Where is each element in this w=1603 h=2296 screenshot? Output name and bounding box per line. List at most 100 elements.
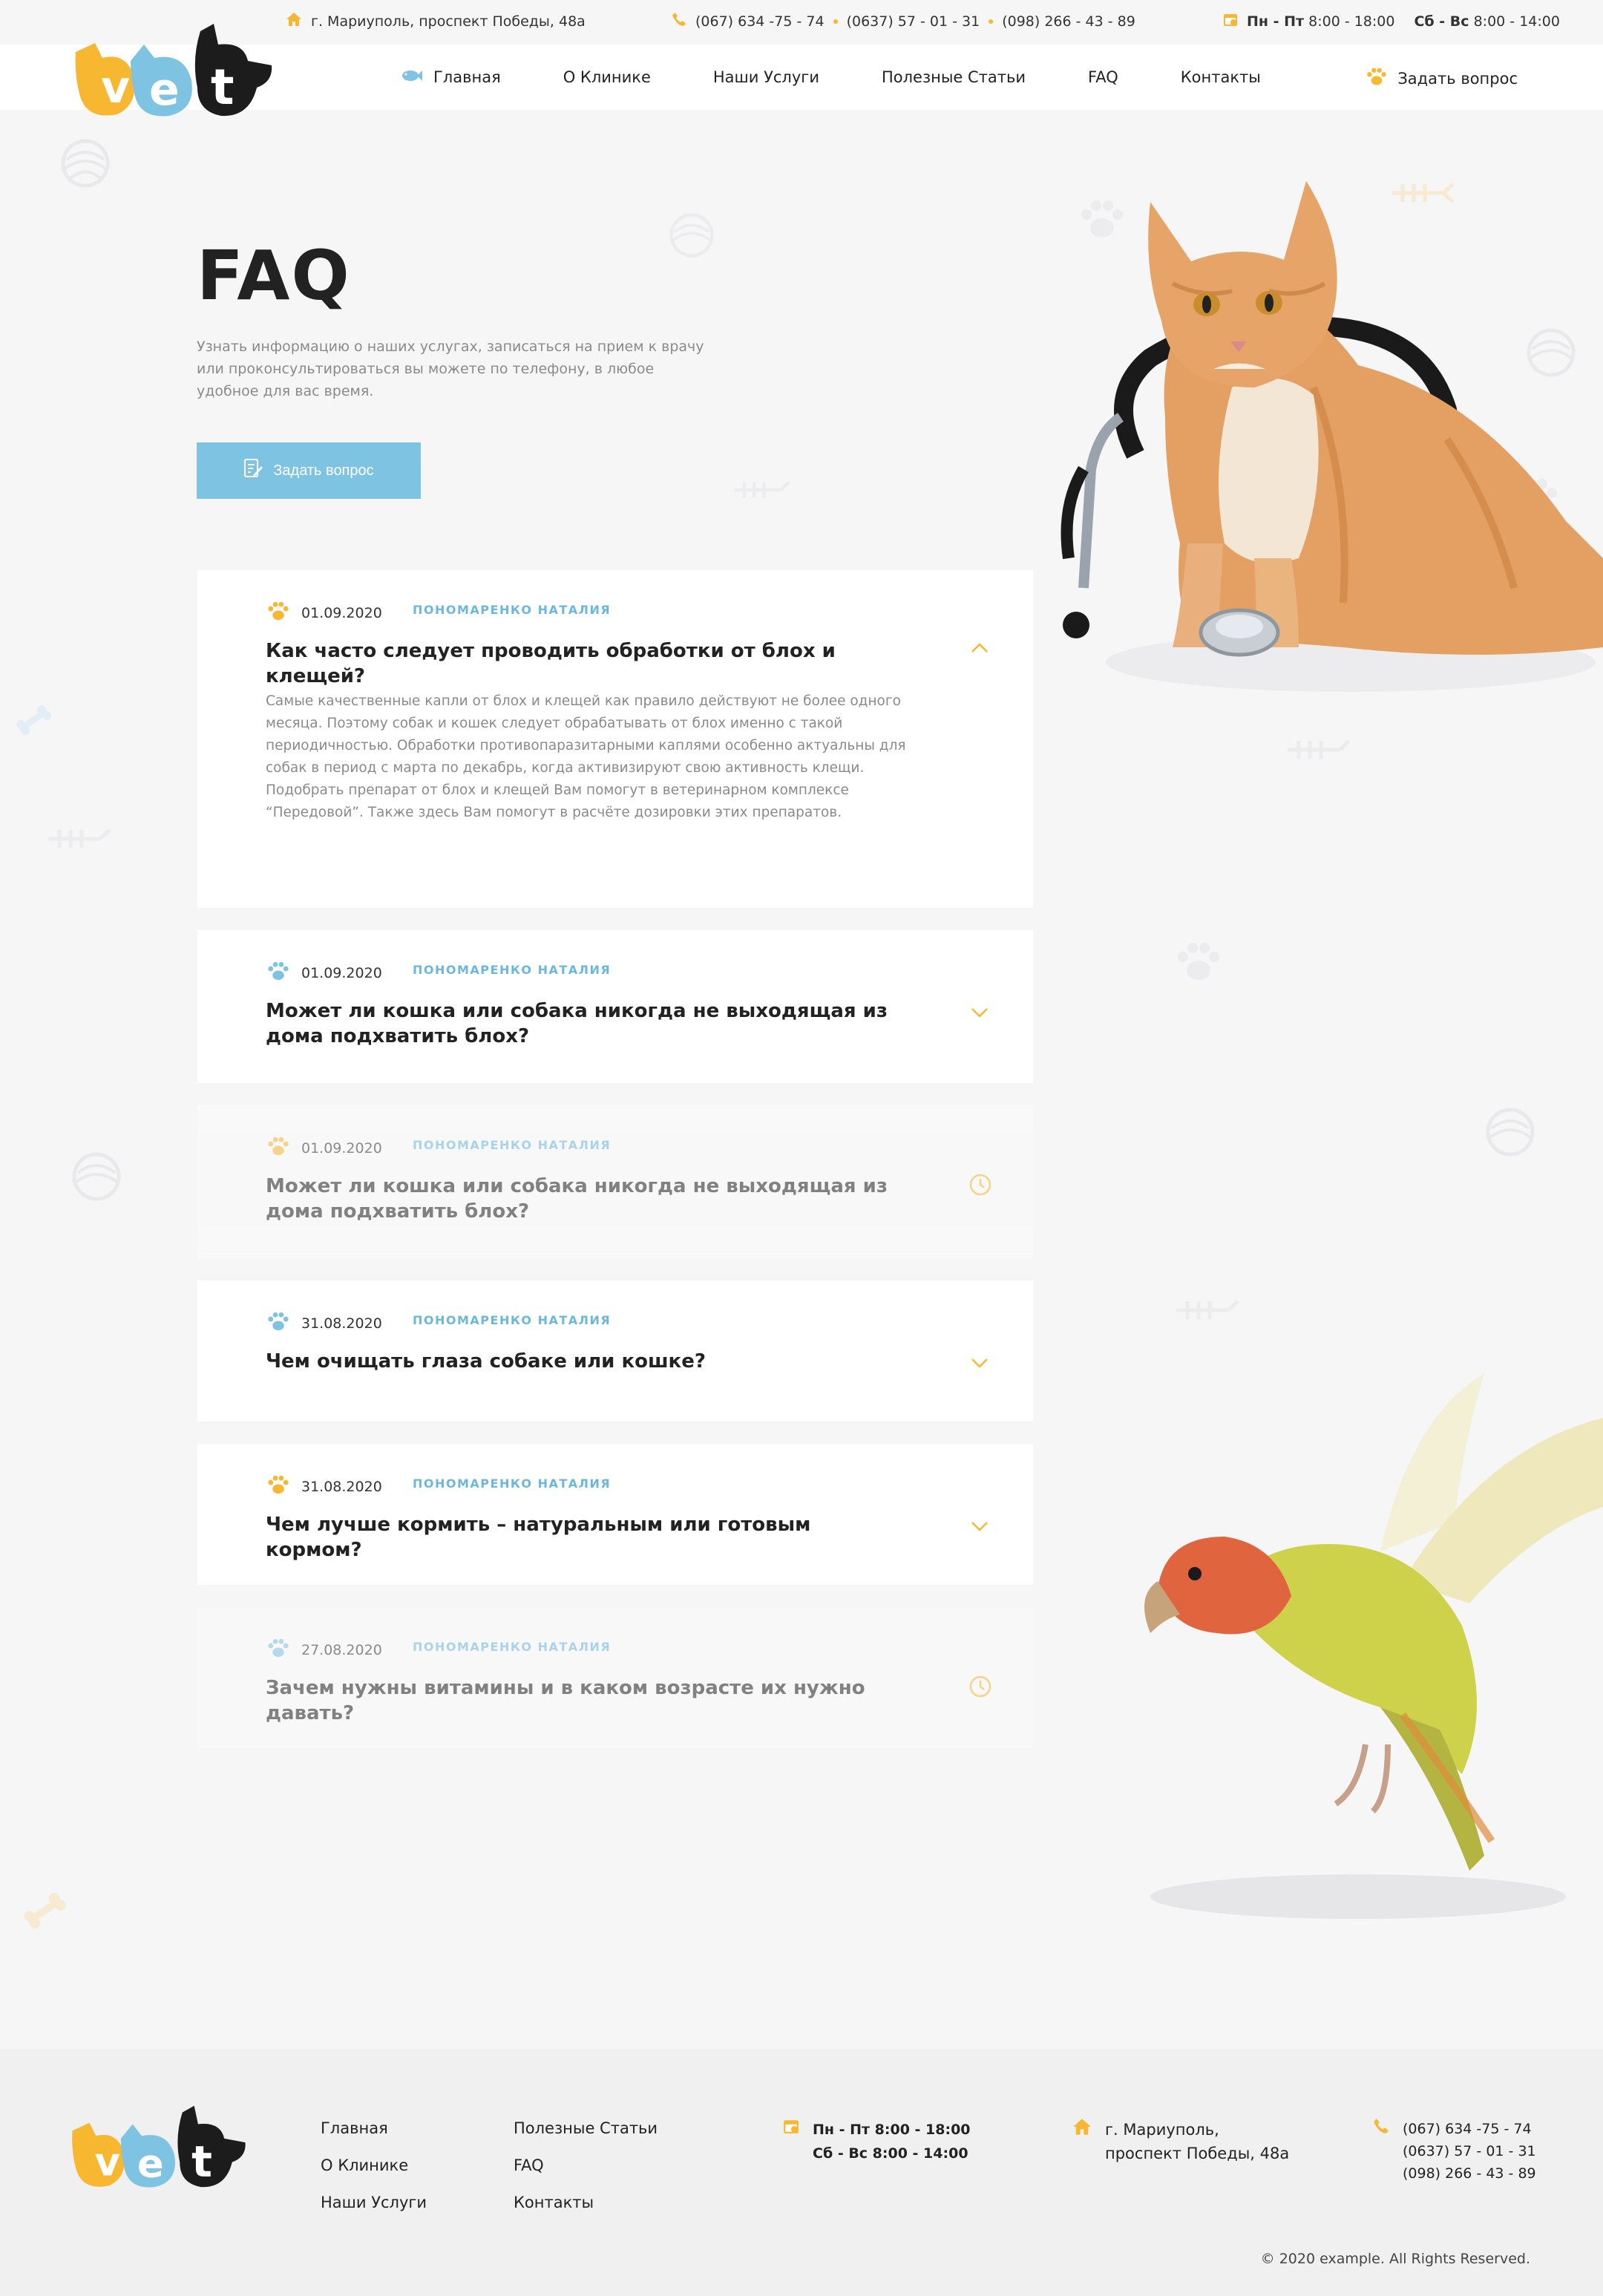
faq-question[interactable]: Может ли кошка или собака никогда не вых… (266, 1174, 904, 1224)
nav-item-label: Главная (433, 68, 501, 86)
nav-item-label: Контакты (1180, 68, 1261, 86)
footer-phones: (067) 634 -75 - 74 (0637) 57 - 01 - 31 (… (1373, 2118, 1536, 2185)
faq-item[interactable]: 01.09.2020 ПОНОМАРЕНКО НАТАЛИЯ Может ли … (197, 930, 1033, 1083)
faq-question[interactable]: Зачем нужны витамины и в каком возрасте … (266, 1675, 904, 1726)
clock-icon (969, 1174, 991, 1196)
faq-date: 01.09.2020 (301, 1139, 382, 1157)
faq-item[interactable]: 01.09.2020 ПОНОМАРЕНКО НАТАЛИЯ Как часто… (197, 570, 1033, 908)
footer-phone[interactable]: (098) 266 - 43 - 89 (1403, 2162, 1536, 2185)
footer-phone[interactable]: (0637) 57 - 01 - 31 (1403, 2140, 1536, 2162)
faq-question[interactable]: Как часто следует проводить обработки от… (266, 638, 904, 689)
nav-item-home[interactable]: Главная (401, 68, 501, 86)
nav-item-label: FAQ (1088, 68, 1118, 86)
faq-date: 31.08.2020 (301, 1478, 382, 1495)
nav-menu: Главная О Клинике Наши Услуги Полезные С… (401, 45, 1323, 110)
faq-author[interactable]: ПОНОМАРЕНКО НАТАЛИЯ (413, 963, 611, 977)
yarn-ball-doodle (1484, 1106, 1536, 1158)
phone-number[interactable]: (067) 634 -75 - 74 (695, 13, 825, 30)
chevron-down-icon[interactable] (969, 1001, 990, 1022)
faq-item[interactable]: 27.08.2020 ПОНОМАРЕНКО НАТАЛИЯ Зачем нуж… (197, 1607, 1033, 1748)
faq-question[interactable]: Может ли кошка или собака никогда не вых… (266, 998, 904, 1049)
faq-item[interactable]: 01.09.2020 ПОНОМАРЕНКО НАТАЛИЯ Может ли … (197, 1105, 1033, 1258)
address-text: г. Мариуполь, проспект Победы, 48а (311, 13, 586, 30)
parrot-image (1135, 1358, 1603, 1923)
copyright-text: © 2020 example. All Rights Reserved. (1260, 2251, 1530, 2267)
calendar-icon (1223, 12, 1238, 30)
bone-doodle (15, 705, 52, 735)
faq-item[interactable]: 31.08.2020 ПОНОМАРЕНКО НАТАЛИЯ Чем лучше… (197, 1444, 1033, 1585)
footer-link-contacts[interactable]: Контакты (514, 2194, 658, 2211)
fish-bone-doodle (1284, 735, 1351, 765)
svg-text:v: v (101, 62, 130, 114)
footer-link-articles[interactable]: Полезные Статьи (514, 2119, 658, 2137)
yarn-ball-doodle (71, 1151, 122, 1203)
faq-meta: 31.08.2020 (266, 1310, 382, 1336)
fish-bone-doodle (1173, 1295, 1239, 1325)
nav-item-faq[interactable]: FAQ (1088, 68, 1118, 86)
ask-question-link[interactable]: Задать вопрос (1365, 65, 1518, 91)
nav-item-about[interactable]: О Клинике (563, 68, 651, 86)
faq-question[interactable]: Чем лучше кормить – натуральным или гото… (266, 1512, 904, 1563)
ask-question-button-label: Задать вопрос (273, 462, 374, 479)
footer-hours: Пн - Пт 8:00 - 18:00 Сб - Вс 8:00 - 14:0… (783, 2118, 971, 2165)
svg-text:t: t (191, 2136, 212, 2187)
faq-date: 01.09.2020 (301, 964, 382, 981)
paw-icon (266, 960, 291, 986)
phone-icon (672, 12, 686, 30)
chevron-down-icon[interactable] (969, 1352, 990, 1373)
faq-author[interactable]: ПОНОМАРЕНКО НАТАЛИЯ (413, 603, 611, 617)
home-icon (286, 12, 302, 30)
ask-question-button[interactable]: Задать вопрос (197, 442, 421, 499)
faq-list: 01.09.2020 ПОНОМАРЕНКО НАТАЛИЯ Как часто… (197, 570, 1033, 1770)
hours-info: Пн - Пт 8:00 - 18:00 Сб - Вс 8:00 - 14:0… (1223, 12, 1560, 30)
address-info: г. Мариуполь, проспект Победы, 48а (286, 12, 586, 30)
faq-item[interactable]: 31.08.2020 ПОНОМАРЕНКО НАТАЛИЯ Чем очища… (197, 1281, 1033, 1422)
home-icon (1072, 2118, 1092, 2165)
phone-number[interactable]: (0637) 57 - 01 - 31 (847, 13, 980, 30)
clock-icon (969, 1675, 991, 1698)
footer-link-faq[interactable]: FAQ (514, 2156, 658, 2174)
faq-author[interactable]: ПОНОМАРЕНКО НАТАЛИЯ (413, 1640, 611, 1654)
footer-link-home[interactable]: Главная (321, 2119, 427, 2137)
separator-dot (833, 19, 838, 24)
hours-weekend-label: Сб - Вс (1414, 13, 1469, 30)
paw-icon (266, 600, 291, 626)
svg-text:v: v (95, 2139, 121, 2185)
footer-address: г. Мариуполь, проспект Победы, 48а (1072, 2118, 1289, 2165)
chevron-up-icon[interactable] (969, 638, 990, 659)
footer-links-col2: Полезные Статьи FAQ Контакты (514, 2119, 658, 2231)
nav-item-services[interactable]: Наши Услуги (713, 68, 819, 86)
faq-date: 27.08.2020 (301, 1641, 382, 1658)
faq-meta: 01.09.2020 (266, 600, 382, 626)
faq-author[interactable]: ПОНОМАРЕНКО НАТАЛИЯ (413, 1476, 611, 1491)
svg-text:t: t (211, 59, 235, 116)
nav-item-articles[interactable]: Полезные Статьи (882, 68, 1026, 86)
faq-meta: 01.09.2020 (266, 1135, 382, 1161)
faq-author[interactable]: ПОНОМАРЕНКО НАТАЛИЯ (413, 1313, 611, 1327)
paw-icon (1365, 65, 1389, 91)
phone-number[interactable]: (098) 266 - 43 - 89 (1002, 13, 1135, 30)
faq-author[interactable]: ПОНОМАРЕНКО НАТАЛИЯ (413, 1138, 611, 1152)
footer-phone[interactable]: (067) 634 -75 - 74 (1403, 2118, 1536, 2140)
faq-meta: 27.08.2020 (266, 1637, 382, 1663)
paw-icon (266, 1135, 291, 1161)
vet-logo[interactable]: v e t (73, 22, 275, 126)
faq-meta: 31.08.2020 (266, 1474, 382, 1499)
faq-meta: 01.09.2020 (266, 960, 382, 986)
phone-icon (1373, 2118, 1389, 2185)
nav-item-label: Наши Услуги (712, 68, 819, 86)
footer-vet-logo[interactable]: v e t (70, 2104, 248, 2197)
footer-link-services[interactable]: Наши Услуги (321, 2194, 427, 2211)
chevron-down-icon[interactable] (969, 1515, 990, 1536)
footer-link-about[interactable]: О Клинике (321, 2156, 427, 2174)
edit-document-icon (243, 458, 263, 483)
fish-bone-doodle (731, 475, 790, 505)
nav-item-label: Полезные Статьи (881, 68, 1026, 86)
paw-doodle (1173, 939, 1225, 984)
paw-icon (266, 1637, 291, 1663)
nav-item-contacts[interactable]: Контакты (1181, 68, 1261, 86)
faq-date: 01.09.2020 (301, 604, 382, 621)
cat-with-stethoscope-image (1032, 172, 1603, 692)
fish-bone-doodle (45, 824, 111, 854)
faq-question[interactable]: Чем очищать глаза собаке или кошке? (266, 1349, 904, 1374)
